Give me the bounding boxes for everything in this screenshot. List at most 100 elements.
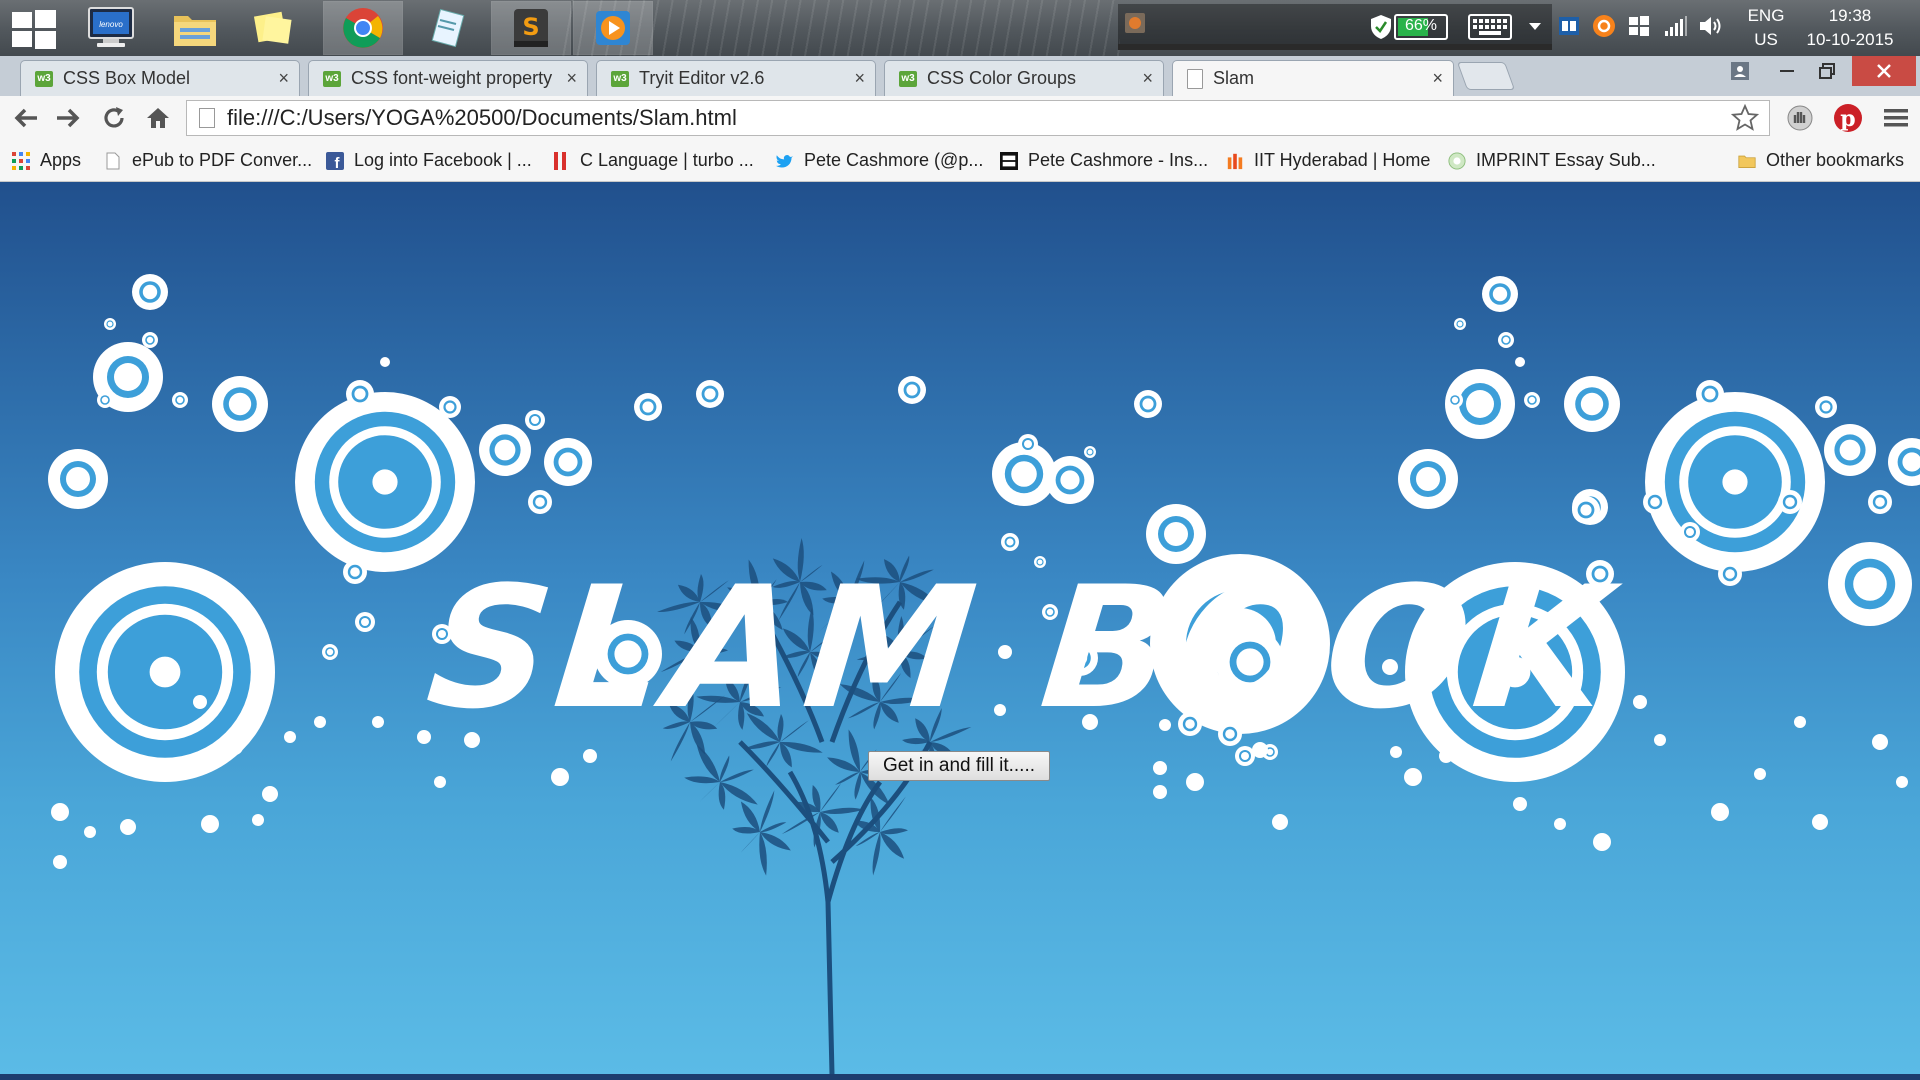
tab-label: CSS Box Model bbox=[63, 68, 191, 88]
clock[interactable]: 19:38 10-10-2015 bbox=[1796, 4, 1904, 52]
bookmarks-bar: Apps ePub to PDF Conver... f Log into Fa… bbox=[0, 140, 1920, 182]
facebook-icon: f bbox=[326, 151, 344, 170]
avast-icon[interactable] bbox=[1592, 14, 1616, 38]
windows-update-icon[interactable] bbox=[1628, 15, 1650, 37]
media-thumbnail-icon bbox=[1125, 13, 1145, 33]
browser-toolbar: file:///C:/Users/YOGA%20500/Documents/Sl… bbox=[0, 96, 1920, 140]
bookmark-facebook[interactable]: f Log into Facebook | ... bbox=[326, 150, 532, 171]
new-tab-button[interactable] bbox=[1456, 62, 1516, 90]
language-code: ENG bbox=[1747, 6, 1785, 25]
tab-close-icon[interactable]: × bbox=[278, 68, 289, 89]
tab-close-icon[interactable]: × bbox=[1432, 68, 1443, 89]
page-icon bbox=[199, 108, 215, 128]
bookmark-label: Pete Cashmore (@p... bbox=[804, 150, 984, 170]
iit-icon bbox=[1226, 152, 1244, 170]
tab-label: Tryit Editor v2.6 bbox=[639, 68, 765, 88]
bookmark-label: IMPRINT Essay Sub... bbox=[1476, 150, 1656, 170]
windows-start-icon[interactable] bbox=[12, 10, 56, 49]
bookmark-ink361-pete[interactable]: Pete Cashmore - Ins... bbox=[1000, 150, 1208, 171]
forward-button[interactable] bbox=[52, 102, 84, 134]
tab-css-color-groups[interactable]: w3 CSS Color Groups × bbox=[884, 60, 1164, 96]
bookmark-label: Log into Facebook | ... bbox=[354, 150, 532, 170]
close-window-button[interactable] bbox=[1852, 56, 1916, 86]
home-icon bbox=[147, 108, 169, 128]
tab-slam[interactable]: Slam × bbox=[1172, 60, 1454, 96]
bookmark-label: ePub to PDF Conver... bbox=[132, 150, 313, 170]
browser-tab-strip: w3 CSS Box Model × w3 CSS font-weight pr… bbox=[0, 56, 1920, 96]
svg-text:p: p bbox=[1840, 106, 1855, 132]
page-content: SLAM BOOK Get in and fill it..... bbox=[0, 182, 1920, 1074]
window-bottom-edge bbox=[0, 1074, 1920, 1080]
bookmark-label: Pete Cashmore - Ins... bbox=[1028, 150, 1209, 170]
tab-close-icon[interactable]: × bbox=[566, 68, 577, 89]
minimize-button[interactable] bbox=[1770, 56, 1804, 86]
bookmark-twitter-pete[interactable]: Pete Cashmore (@p... bbox=[776, 150, 983, 171]
bookmark-label: IIT Hyderabad | Home bbox=[1254, 150, 1431, 170]
back-arrow-icon bbox=[14, 108, 37, 128]
chrome-icon[interactable] bbox=[323, 1, 403, 55]
home-button[interactable] bbox=[142, 102, 174, 134]
address-bar[interactable]: file:///C:/Users/YOGA%20500/Documents/Sl… bbox=[186, 100, 1770, 136]
tab-label: CSS font-weight property bbox=[351, 68, 553, 88]
w3-icon: w3 bbox=[611, 70, 629, 87]
document-icon bbox=[1187, 68, 1203, 89]
page-title: SLAM BOOK bbox=[419, 550, 1622, 746]
bookmark-epub-to-pdf[interactable]: ePub to PDF Conver... bbox=[104, 150, 312, 171]
notepad-icon[interactable] bbox=[408, 2, 486, 54]
imprint-icon bbox=[1448, 151, 1466, 170]
forward-arrow-icon bbox=[57, 108, 80, 128]
back-button[interactable] bbox=[10, 102, 42, 134]
bookmark-iit-hyderabad[interactable]: IIT Hyderabad | Home bbox=[1226, 150, 1430, 171]
apps-grid-icon bbox=[12, 151, 30, 170]
lenovo-computer-icon[interactable]: lenovo bbox=[72, 2, 150, 54]
volume-icon[interactable] bbox=[1698, 14, 1724, 38]
tab-label: CSS Color Groups bbox=[927, 68, 1077, 88]
svg-text:S: S bbox=[522, 13, 539, 41]
bookmark-label: Apps bbox=[40, 150, 82, 170]
reload-button[interactable] bbox=[98, 102, 130, 134]
battery-percent: 66% bbox=[1404, 17, 1438, 34]
battery-indicator[interactable]: 66% bbox=[1394, 14, 1448, 40]
bookmark-star-icon[interactable] bbox=[1731, 104, 1759, 132]
bookmark-apps[interactable]: Apps bbox=[12, 150, 81, 171]
tab-tryit-editor[interactable]: w3 Tryit Editor v2.6 × bbox=[596, 60, 876, 96]
ink361-icon bbox=[1000, 151, 1018, 170]
tab-css-font-weight[interactable]: w3 CSS font-weight property × bbox=[308, 60, 588, 96]
restore-button[interactable] bbox=[1810, 56, 1844, 86]
media-player-icon[interactable] bbox=[573, 1, 653, 55]
windows-taskbar: lenovo S 66% ENG US 19:38 10-10-2015 bbox=[0, 0, 1920, 56]
clock-date: 10-10-2015 bbox=[1806, 30, 1894, 49]
tab-close-icon[interactable]: × bbox=[1142, 68, 1153, 89]
document-icon bbox=[104, 152, 122, 170]
sublime-text-icon[interactable]: S bbox=[491, 1, 571, 55]
w3-icon: w3 bbox=[899, 70, 917, 87]
tab-label: Slam bbox=[1213, 68, 1255, 88]
clock-time: 19:38 bbox=[1828, 6, 1872, 25]
pinterest-icon[interactable]: p bbox=[1832, 102, 1864, 134]
file-explorer-icon[interactable] bbox=[156, 2, 234, 54]
tab-close-icon[interactable]: × bbox=[854, 68, 865, 89]
get-in-button[interactable]: Get in and fill it..... bbox=[868, 751, 1050, 781]
url-text: file:///C:/Users/YOGA%20500/Documents/Sl… bbox=[227, 105, 737, 130]
profile-icon[interactable] bbox=[1722, 56, 1758, 86]
bookmark-c-language[interactable]: C Language | turbo ... bbox=[552, 150, 754, 171]
sticky-notes-icon[interactable] bbox=[234, 2, 312, 54]
keyboard-icon[interactable] bbox=[1468, 14, 1512, 40]
bookmark-imprint-essay[interactable]: IMPRINT Essay Sub... bbox=[1448, 150, 1656, 171]
other-bookmarks[interactable]: Other bookmarks bbox=[1738, 150, 1904, 171]
network-signal-icon[interactable] bbox=[1664, 15, 1688, 37]
reader-app-icon[interactable] bbox=[1558, 16, 1580, 36]
twitter-icon bbox=[776, 152, 794, 170]
region-code: US bbox=[1754, 30, 1778, 49]
menu-hamburger-icon[interactable] bbox=[1880, 102, 1912, 134]
extension-hand-icon[interactable] bbox=[1784, 102, 1816, 134]
tray-expand-chevron-icon[interactable] bbox=[1528, 22, 1542, 32]
tab-css-box-model[interactable]: w3 CSS Box Model × bbox=[20, 60, 300, 96]
security-shield-icon[interactable] bbox=[1370, 14, 1392, 40]
bookmark-label: C Language | turbo ... bbox=[580, 150, 754, 170]
language-indicator[interactable]: ENG US bbox=[1744, 4, 1788, 52]
w3-icon: w3 bbox=[323, 70, 341, 87]
w3-icon: w3 bbox=[35, 70, 53, 87]
folder-icon bbox=[1738, 152, 1756, 170]
other-bookmarks-label: Other bookmarks bbox=[1766, 150, 1905, 170]
